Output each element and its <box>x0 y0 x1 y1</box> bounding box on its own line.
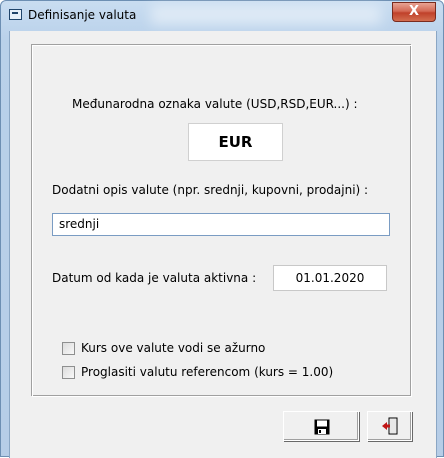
app-window-icon <box>9 9 22 20</box>
title-bar-glow <box>151 5 381 25</box>
window-title: Definisanje valuta <box>28 8 137 22</box>
save-button[interactable] <box>283 411 359 441</box>
reference-currency-label: Proglasiti valutu referencom (kurs = 1.0… <box>81 365 334 379</box>
currency-code-field[interactable]: EUR <box>188 123 283 161</box>
updated-rate-label: Kurs ove valute vodi se ažurno <box>81 341 266 355</box>
title-bar[interactable]: Definisanje valuta X <box>1 1 443 31</box>
date-label: Datum od kada je valuta aktivna : <box>52 271 257 285</box>
floppy-disk-icon <box>314 419 330 435</box>
exit-door-icon <box>382 417 398 435</box>
description-input[interactable]: srednji <box>52 213 390 236</box>
updated-rate-checkbox[interactable] <box>62 342 75 355</box>
active-date-input[interactable]: 01.01.2020 <box>273 265 387 291</box>
reference-currency-checkbox[interactable] <box>62 366 75 379</box>
intl-code-label: Međunarodna oznaka valute (USD,RSD,EUR..… <box>72 97 358 111</box>
exit-button[interactable] <box>367 411 412 441</box>
close-button[interactable]: X <box>392 2 436 22</box>
description-label: Dodatni opis valute (npr. srednji, kupov… <box>52 183 369 197</box>
